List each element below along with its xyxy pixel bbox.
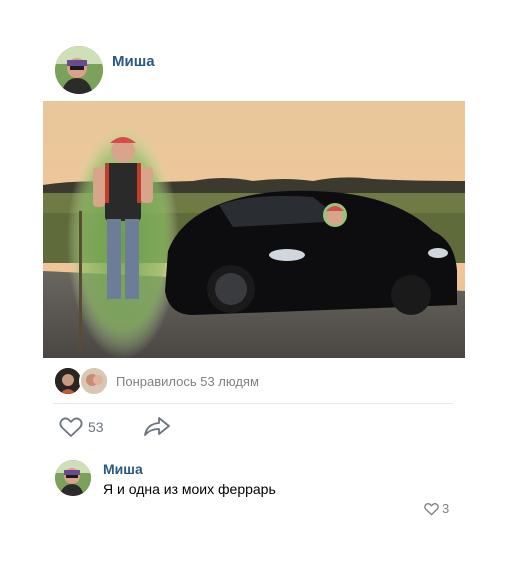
share-arrow-icon xyxy=(143,416,171,443)
share-button[interactable] xyxy=(143,414,173,440)
comment-author-name[interactable]: Миша xyxy=(103,461,143,477)
like-button[interactable]: 53 xyxy=(59,414,111,440)
likes-summary[interactable]: Понравилось 53 людям xyxy=(116,374,259,389)
comment-like-count: 3 xyxy=(442,501,450,516)
divider xyxy=(53,403,453,404)
heart-icon xyxy=(424,502,439,521)
post-photo[interactable] xyxy=(43,101,465,358)
comment-author-avatar[interactable] xyxy=(55,460,91,496)
post-author-avatar[interactable] xyxy=(55,46,103,94)
post-author-name[interactable]: Миша xyxy=(112,53,155,70)
like-count: 53 xyxy=(88,419,104,435)
liker-avatar-2[interactable] xyxy=(79,366,109,396)
comment-like-button[interactable]: 3 xyxy=(424,500,454,518)
heart-icon xyxy=(59,416,83,443)
comment-text: Я и одна из моих феррарь xyxy=(103,481,276,497)
